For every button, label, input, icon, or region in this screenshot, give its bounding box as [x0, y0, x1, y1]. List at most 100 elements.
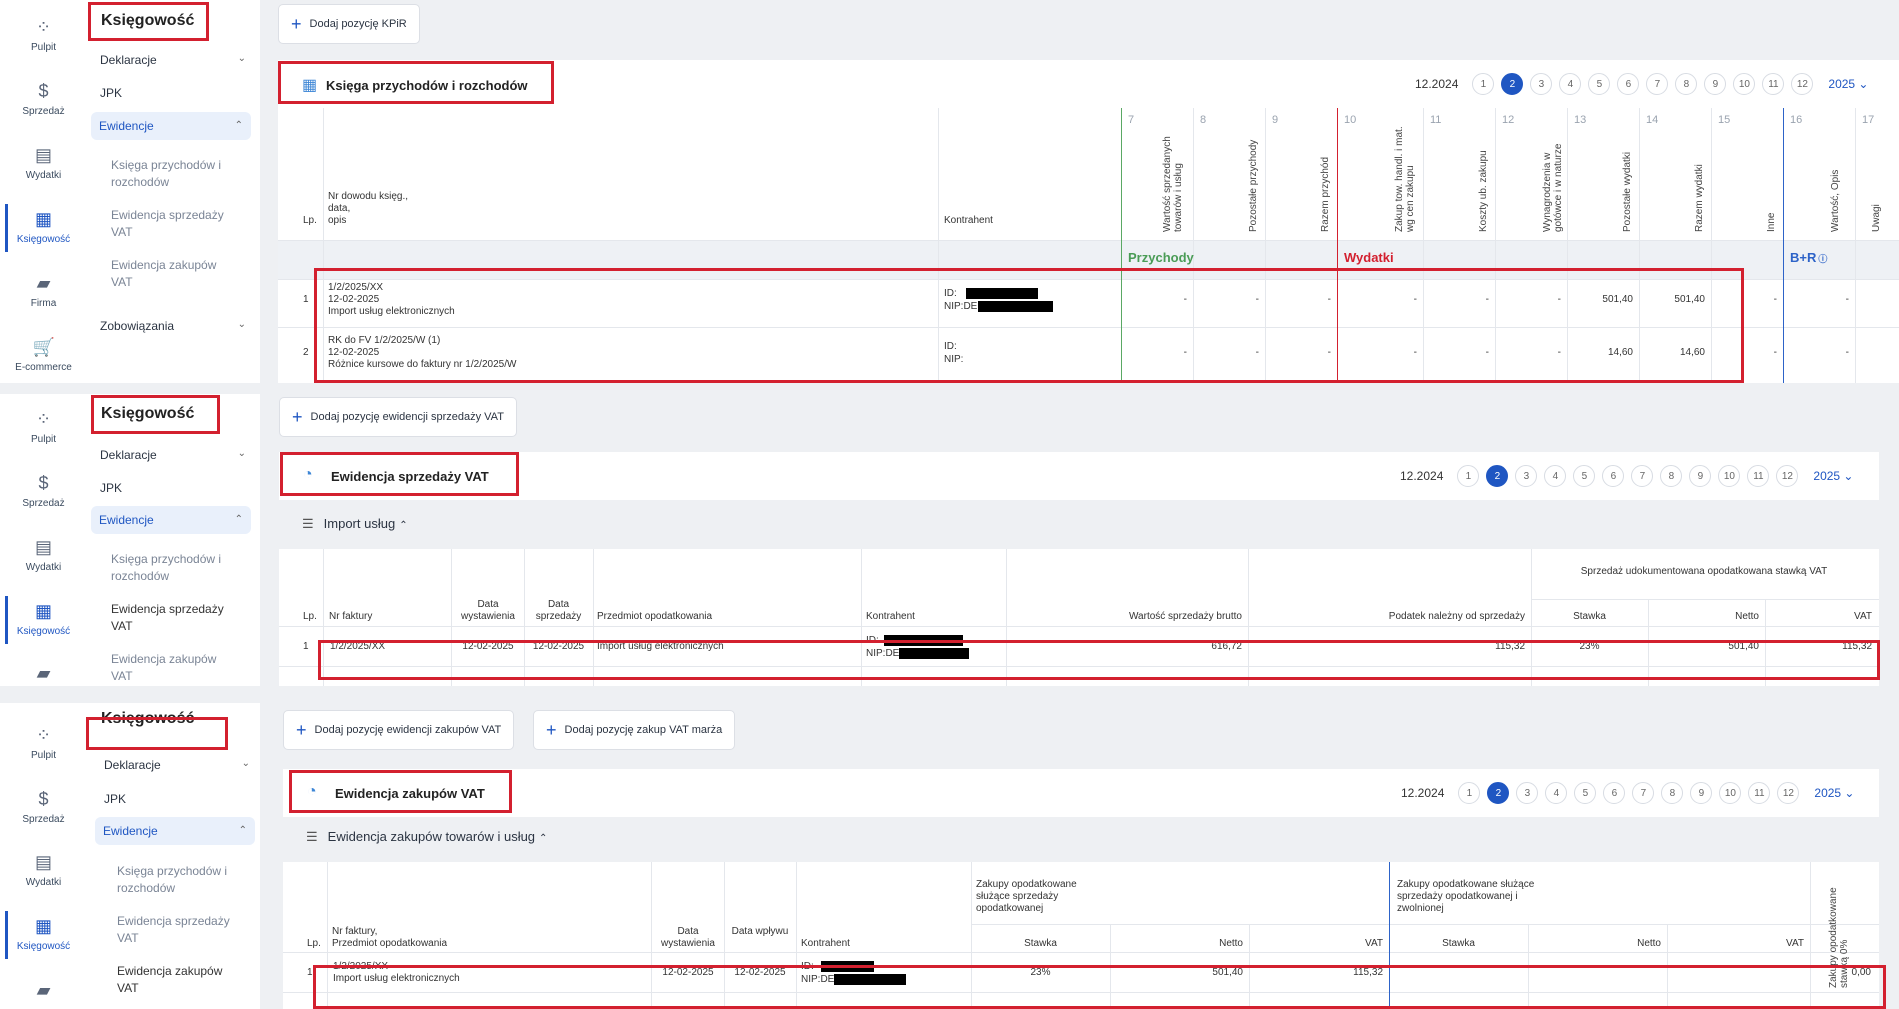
briefcase-icon: ▰ — [36, 980, 51, 1000]
sidebar-item-jpk[interactable]: JPK — [100, 86, 250, 100]
kpir-title: Księga przychodów i rozchodów — [326, 78, 528, 93]
receipt-icon: ▤ — [34, 852, 52, 872]
rail-sprzedaz[interactable]: $ Sprzedaż — [0, 788, 87, 825]
page-4[interactable]: 4 — [1545, 782, 1568, 804]
add-margin-purchase-button[interactable]: + Dodaj pozycję zakup VAT marża — [533, 710, 736, 750]
page-11[interactable]: 11 — [1762, 73, 1785, 95]
section-zakupy-towarow[interactable]: ☰ Ewidencja zakupów towarów i usług ⌃ — [306, 829, 547, 845]
chevron-down-icon: ⌄ — [237, 448, 246, 459]
sidebar-sub-zakupy[interactable]: Ewidencja zakupów VAT — [111, 651, 241, 685]
sidebar-item-ewidencje[interactable]: Ewidencje ⌃ — [95, 817, 255, 845]
page-1[interactable]: 1 — [1457, 465, 1480, 487]
receipt-icon: ▤ — [34, 145, 52, 165]
sidebar-item-ewidencje[interactable]: Ewidencje ⌃ — [91, 506, 251, 534]
page-9[interactable]: 9 — [1689, 465, 1712, 487]
chevron-down-icon: ⌄ — [241, 758, 250, 769]
page-8[interactable]: 8 — [1660, 465, 1683, 487]
purchases-title: Ewidencja zakupów VAT — [335, 786, 485, 801]
page-1[interactable]: 1 — [1472, 73, 1495, 95]
page-4[interactable]: 4 — [1544, 465, 1567, 487]
invoice-dollar-icon: $ — [38, 81, 49, 101]
sidebar-title: Księgowość — [101, 405, 195, 422]
plus-icon: + — [292, 407, 303, 428]
page-7[interactable]: 7 — [1631, 465, 1654, 487]
sidebar-sub-zakupy[interactable]: Ewidencja zakupów VAT — [117, 963, 247, 997]
page-3[interactable]: 3 — [1515, 465, 1538, 487]
rail-firma[interactable]: ▰ — [0, 662, 87, 686]
month-label: 12.2024 — [1400, 469, 1444, 483]
rail-firma[interactable]: ▰ Firma — [0, 272, 87, 309]
page-8[interactable]: 8 — [1675, 73, 1698, 95]
info-icon: ⓘ — [1818, 254, 1828, 264]
sidebar-sub-zakupy[interactable]: Ewidencja zakupów VAT — [111, 257, 241, 291]
rail-wydatki[interactable]: ▤ Wydatki — [0, 851, 87, 888]
page-12[interactable]: 12 — [1776, 465, 1799, 487]
page-5[interactable]: 5 — [1573, 465, 1596, 487]
year-select[interactable]: 2025 ⌄ — [1813, 469, 1853, 483]
page-12[interactable]: 12 — [1791, 73, 1814, 95]
sidebar-sub-kpir[interactable]: Księga przychodów i rozchodów — [111, 551, 241, 585]
sidebar-item-zobowiazania[interactable]: Zobowiązania ⌄ — [100, 319, 250, 333]
page-5[interactable]: 5 — [1588, 73, 1611, 95]
rail-ksiegowosc[interactable]: ▦ Księgowość — [0, 915, 87, 952]
page-2[interactable]: 2 — [1501, 73, 1524, 95]
col-razem-wydatki: Razem wydatki — [1694, 164, 1705, 232]
sidebar-item-deklaracje[interactable]: Deklaracje ⌄ — [104, 758, 254, 772]
page-6[interactable]: 6 — [1602, 465, 1625, 487]
rail-firma[interactable]: ▰ — [0, 979, 87, 1005]
rail-pulpit[interactable]: ⁘ Pulpit — [0, 408, 87, 445]
sidebar-sub-sprzedaz[interactable]: Ewidencja sprzedaży VAT — [117, 913, 247, 947]
rail-pulpit[interactable]: ⁘ Pulpit — [0, 16, 87, 53]
dashboard-icon: ⁘ — [35, 409, 52, 429]
page-3[interactable]: 3 — [1516, 782, 1539, 804]
sidebar-sub-kpir[interactable]: Księga przychodów i rozchodów — [111, 157, 241, 191]
page-10[interactable]: 10 — [1719, 782, 1742, 804]
page-2[interactable]: 2 — [1487, 782, 1510, 804]
page-11[interactable]: 11 — [1748, 782, 1771, 804]
rail-sprzedaz[interactable]: $ Sprzedaż — [0, 80, 87, 117]
sales-table: Sprzedaż udokumentowana opodatkowana sta… — [279, 549, 1879, 686]
page-12[interactable]: 12 — [1777, 782, 1800, 804]
sidebar-item-jpk[interactable]: JPK — [104, 792, 254, 806]
sidebar-item-deklaracje[interactable]: Deklaracje ⌄ — [100, 53, 250, 67]
plus-icon: + — [296, 720, 307, 741]
sidebar-sub-sprzedaz[interactable]: Ewidencja sprzedaży VAT — [111, 601, 241, 635]
rail-sprzedaz[interactable]: $ Sprzedaż — [0, 472, 87, 509]
page-3[interactable]: 3 — [1530, 73, 1553, 95]
page-9[interactable]: 9 — [1704, 73, 1727, 95]
page-10[interactable]: 10 — [1718, 465, 1741, 487]
year-select[interactable]: 2025 ⌄ — [1814, 786, 1854, 800]
grid-icon: ▦ — [34, 916, 52, 936]
page-7[interactable]: 7 — [1632, 782, 1655, 804]
add-purchase-button[interactable]: + Dodaj pozycję ewidencji zakupów VAT — [283, 710, 515, 750]
rail-wydatki[interactable]: ▤ Wydatki — [0, 536, 87, 573]
page-6[interactable]: 6 — [1617, 73, 1640, 95]
section-import-uslug[interactable]: ☰ Import usług ⌃ — [302, 516, 408, 532]
page-9[interactable]: 9 — [1690, 782, 1713, 804]
sidebar-sub-kpir[interactable]: Księga przychodów i rozchodów — [117, 863, 247, 897]
page-1[interactable]: 1 — [1458, 782, 1481, 804]
year-select[interactable]: 2025 ⌄ — [1828, 77, 1868, 91]
chevron-up-icon: ⌃ — [238, 825, 247, 836]
purchases-table: Zakupy opodatkowane służące sprzedaży op… — [283, 862, 1879, 1009]
page-6[interactable]: 6 — [1603, 782, 1626, 804]
rail-ecommerce[interactable]: 🛒 E-commerce — [0, 336, 87, 373]
page-4[interactable]: 4 — [1559, 73, 1582, 95]
page-10[interactable]: 10 — [1733, 73, 1756, 95]
rail-ksiegowosc[interactable]: ▦ Księgowość — [0, 600, 87, 637]
sidebar-item-deklaracje[interactable]: Deklaracje ⌄ — [100, 448, 250, 462]
rail-wydatki[interactable]: ▤ Wydatki — [0, 144, 87, 181]
sidebar-item-ewidencje[interactable]: Ewidencje ⌃ — [91, 112, 251, 140]
page-11[interactable]: 11 — [1747, 465, 1770, 487]
add-kpir-button[interactable]: + Dodaj pozycję KPiR — [278, 4, 420, 44]
chevron-down-icon: ⌄ — [237, 53, 246, 64]
sidebar-item-jpk[interactable]: JPK — [100, 481, 250, 495]
add-sales-button[interactable]: + Dodaj pozycję ewidencji sprzedaży VAT — [279, 397, 517, 437]
rail-pulpit[interactable]: ⁘ Pulpit — [0, 724, 87, 761]
page-5[interactable]: 5 — [1574, 782, 1597, 804]
sidebar-sub-sprzedaz[interactable]: Ewidencja sprzedaży VAT — [111, 207, 241, 241]
rail-ksiegowosc[interactable]: ▦ Księgowość — [0, 208, 87, 245]
page-2[interactable]: 2 — [1486, 465, 1509, 487]
page-8[interactable]: 8 — [1661, 782, 1684, 804]
page-7[interactable]: 7 — [1646, 73, 1669, 95]
